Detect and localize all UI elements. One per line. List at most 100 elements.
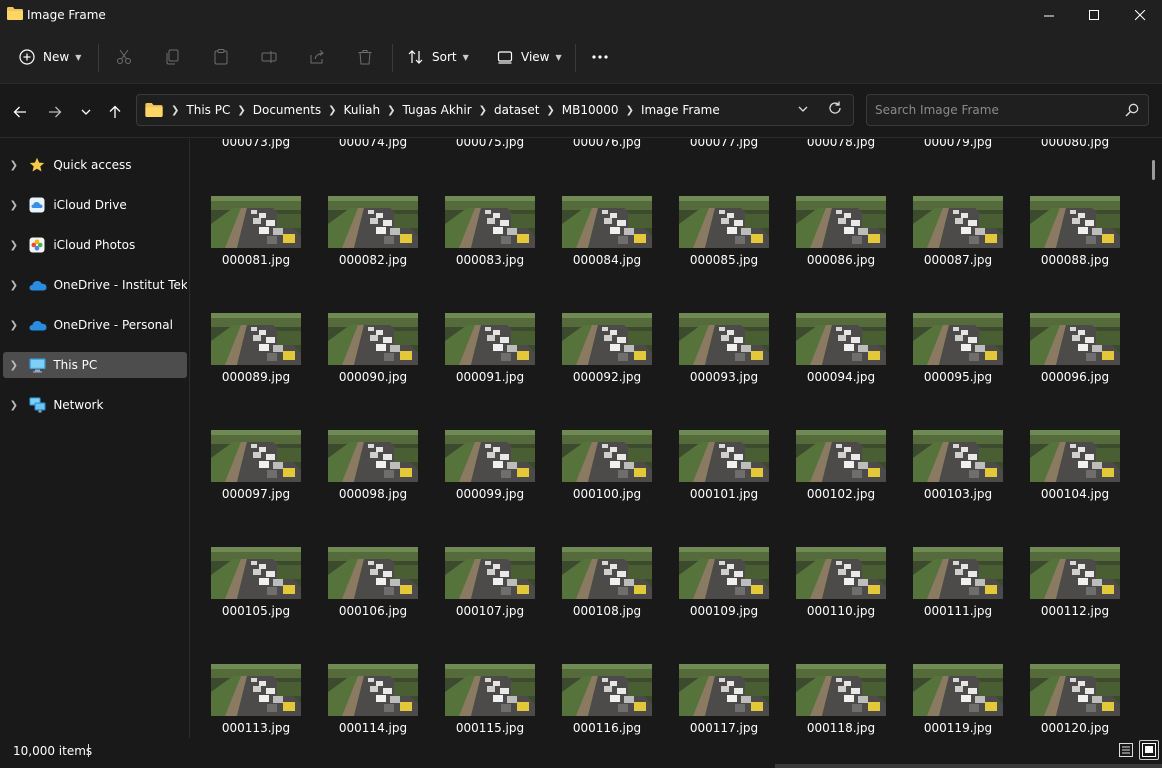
file-tile[interactable]: 000106.jpg [318,547,428,657]
chevron-right-icon[interactable]: ❯ [3,200,25,211]
file-tile[interactable]: 000087.jpg [903,196,1013,306]
chevron-right-icon: ❯ [546,104,555,116]
minimize-button[interactable] [1026,0,1072,30]
file-tile[interactable]: 000083.jpg [435,196,545,306]
file-tile[interactable]: 000119.jpg [903,664,1013,738]
file-tile[interactable]: 000097.jpg [201,430,311,540]
file-tile[interactable]: 000095.jpg [903,313,1013,423]
file-tile[interactable]: 000096.jpg [1020,313,1130,423]
back-button[interactable] [9,101,31,123]
address-bar[interactable]: ❯ This PC ❯ Documents ❯ Kuliah ❯ Tugas A… [136,94,854,126]
file-name: 000116.jpg [572,721,642,735]
sidebar-item-icloud-photos[interactable]: ❯ iCloud Photos [3,232,187,258]
file-tile[interactable]: 000116.jpg [552,664,662,738]
more-options-button[interactable] [591,43,609,71]
file-tile[interactable]: 000115.jpg [435,664,545,738]
breadcrumb-tugas-akhir[interactable]: Tugas Akhir [402,103,471,117]
copy-button[interactable] [165,43,181,71]
close-button[interactable] [1117,0,1162,30]
file-name: 000094.jpg [806,370,876,384]
sidebar-item-icloud-drive[interactable]: ❯ iCloud Drive [3,192,187,218]
file-tile[interactable]: 000118.jpg [786,664,896,738]
file-tile[interactable]: 000084.jpg [552,196,662,306]
sidebar-item-this-pc[interactable]: ❯ This PC [3,352,187,378]
file-tile[interactable]: 000089.jpg [201,313,311,423]
file-tile[interactable]: 000085.jpg [669,196,779,306]
rename-button[interactable] [261,43,277,71]
file-tile[interactable]: 000103.jpg [903,430,1013,540]
file-name: 000086.jpg [806,253,876,267]
sidebar-item-onedrive-personal[interactable]: ❯ OneDrive - Personal [3,312,187,338]
file-tile[interactable]: 000113.jpg [201,664,311,738]
file-tile[interactable]: 000112.jpg [1020,547,1130,657]
forward-button[interactable] [44,101,66,123]
share-button[interactable] [309,43,325,71]
file-tile[interactable]: 000101.jpg [669,430,779,540]
sort-button[interactable]: Sort ▼ [408,43,469,71]
chevron-right-icon[interactable]: ❯ [3,160,25,171]
file-tile[interactable]: 000082.jpg [318,196,428,306]
chevron-right-icon[interactable]: ❯ [3,320,25,331]
breadcrumb-kuliah[interactable]: Kuliah [344,103,381,117]
file-tile[interactable]: 000081.jpg [201,196,311,306]
refresh-button[interactable] [827,100,843,119]
chevron-right-icon[interactable]: ❯ [3,400,25,411]
sidebar-item-quick-access[interactable]: ❯ Quick access [3,152,187,178]
file-tile[interactable]: 000104.jpg [1020,430,1130,540]
file-tile[interactable]: 000107.jpg [435,547,545,657]
file-tile[interactable]: 000110.jpg [786,547,896,657]
view-button[interactable]: View ▼ [497,43,562,71]
details-view-button[interactable] [1116,740,1136,760]
file-tile[interactable]: 000088.jpg [1020,196,1130,306]
sidebar-item-network[interactable]: ❯ Network [3,392,187,418]
large-icons-view-button[interactable] [1139,740,1159,760]
file-tile[interactable]: 000109.jpg [669,547,779,657]
new-button[interactable]: New ▼ [19,43,81,71]
chevron-right-icon[interactable]: ❯ [3,240,25,251]
vertical-scrollbar[interactable] [1152,160,1155,180]
breadcrumb-image-frame[interactable]: Image Frame [641,103,720,117]
chevron-right-icon[interactable]: ❯ [3,360,25,371]
file-tile[interactable]: 000114.jpg [318,664,428,738]
file-tile[interactable]: 000120.jpg [1020,664,1130,738]
file-tile[interactable]: 000108.jpg [552,547,662,657]
refresh-icon [829,101,841,114]
file-tile[interactable]: 000098.jpg [318,430,428,540]
file-tile[interactable]: 000094.jpg [786,313,896,423]
file-tile[interactable]: 000092.jpg [552,313,662,423]
file-grid: 000073.jpg 000074.jpg 000075.jpg 000076.jpg… [191,139,1162,738]
chevron-right-icon: ❯ [387,104,396,116]
toolbar-divider [392,44,393,72]
search-input[interactable] [875,101,1115,119]
recent-locations-button[interactable] [75,101,97,123]
paste-button[interactable] [213,43,229,71]
delete-button[interactable] [357,43,373,71]
file-tile[interactable]: 000093.jpg [669,313,779,423]
up-button[interactable] [104,101,126,123]
cut-button[interactable] [116,43,132,71]
chevron-down-icon [81,109,91,115]
sidebar-item-onedrive-institut[interactable]: ❯ OneDrive - Institut Teknologi [3,272,187,298]
image-thumbnail [679,547,769,599]
chevron-down-icon: ▼ [555,52,562,62]
breadcrumb-documents[interactable]: Documents [253,103,321,117]
file-tile[interactable]: 000099.jpg [435,430,545,540]
file-name: 000096.jpg [1040,370,1110,384]
file-tile[interactable]: 000117.jpg [669,664,779,738]
address-history-button[interactable] [797,103,809,118]
breadcrumb-this-pc[interactable]: This PC [186,103,230,117]
file-tile[interactable]: 000111.jpg [903,547,1013,657]
file-tile[interactable]: 000105.jpg [201,547,311,657]
file-name: 000111.jpg [923,604,993,618]
breadcrumb-dataset[interactable]: dataset [494,103,539,117]
chevron-right-icon[interactable]: ❯ [3,280,25,291]
maximize-button[interactable] [1071,0,1117,30]
file-tile[interactable]: 000100.jpg [552,430,662,540]
file-tile[interactable]: 000091.jpg [435,313,545,423]
breadcrumb-mb10000[interactable]: MB10000 [562,103,619,117]
file-tile[interactable]: 000102.jpg [786,430,896,540]
file-tile[interactable]: 000090.jpg [318,313,428,423]
image-thumbnail [445,196,535,248]
image-thumbnail [562,430,652,482]
file-tile[interactable]: 000086.jpg [786,196,896,306]
